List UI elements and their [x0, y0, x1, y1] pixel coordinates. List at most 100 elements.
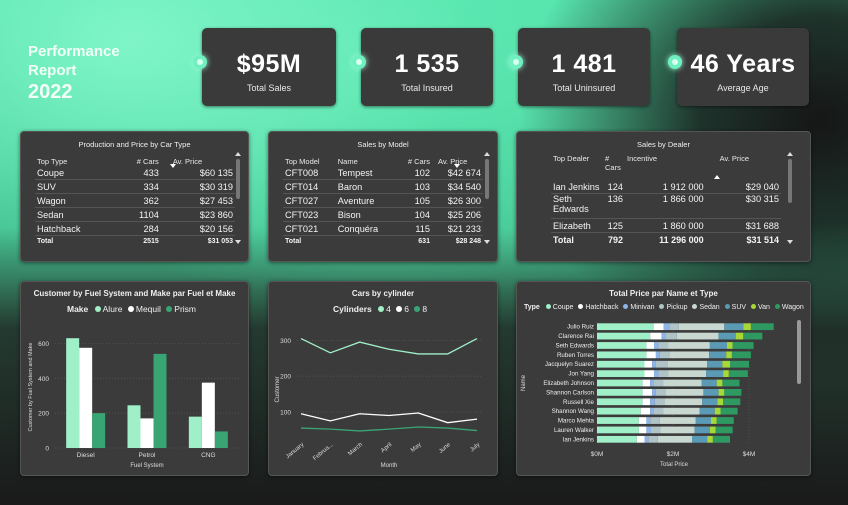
bar-segment-sedan — [668, 342, 710, 349]
sort-asc-icon[interactable] — [714, 175, 720, 179]
bar-segment-hatchback — [638, 426, 647, 434]
cell: 2515 — [116, 235, 161, 247]
col-header[interactable]: Name — [336, 152, 397, 166]
kpi-label: Average Age — [717, 83, 769, 93]
bar-segment-van — [707, 435, 713, 443]
bar-prism-diesel — [92, 413, 106, 448]
bar-segment-coupe — [597, 370, 645, 377]
cell: Conquéra — [335, 221, 397, 236]
scrollbar-thumb[interactable] — [485, 159, 489, 199]
bar-segment-sedan — [660, 426, 695, 434]
table-row[interactable]: CFT014 Baron 103 $34 540 — [283, 179, 483, 194]
table-row[interactable]: Coupe 433 $60 135 — [35, 166, 235, 180]
table-row[interactable]: CFT021 Conquéra 115 $21 233 — [283, 221, 483, 236]
col-header[interactable]: Top Dealer — [551, 152, 603, 180]
col-header[interactable]: Incentive — [625, 152, 706, 180]
bar-segment-van — [711, 417, 717, 424]
bar-mequil-cng — [201, 382, 215, 448]
y-tick-label: Julio Ruiz — [567, 324, 594, 331]
cell: Ian Jenkins — [551, 180, 603, 194]
bar-segment-van — [726, 351, 732, 359]
table-row[interactable]: Elizabeth 125 1 860 000 $31 688 — [551, 218, 781, 233]
line-cylinders-6 — [300, 412, 478, 424]
bar-segment-coupe — [597, 351, 647, 359]
cell: CFT014 — [283, 179, 336, 194]
bar-segment-van — [735, 332, 744, 340]
cell: $60 135 — [160, 166, 235, 180]
table-row[interactable]: Wagon 362 $27 453 — [35, 193, 235, 208]
col-header[interactable]: Top Type — [35, 152, 116, 166]
bar-segment-wagon — [716, 417, 734, 424]
bar-mequil-petrol — [140, 418, 154, 448]
x-tick-label: CNG — [201, 452, 215, 459]
table-row[interactable]: Sedan 1104 $23 860 — [35, 207, 235, 222]
kpi-average-age[interactable]: 46 Years Average Age — [668, 28, 809, 106]
cylinder-line-chart: 100 200 300 January Februa... March April May Ju… — [275, 337, 481, 469]
kpi-total-insured[interactable]: 1 535 Total Insured — [352, 28, 493, 106]
table-row[interactable]: SUV 334 $30 319 — [35, 179, 235, 194]
cell: $20 156 — [160, 221, 235, 236]
cell: $31 688 — [705, 218, 781, 233]
x-tick-label: $0M — [591, 451, 604, 458]
scroll-up-icon[interactable] — [235, 152, 241, 156]
sort-desc-icon[interactable] — [170, 164, 176, 168]
scroll-down-icon[interactable] — [235, 240, 241, 244]
total-price-stacked-bar-chart: Julio Ruiz Clarence Rai Seth Edwards Ruben … — [521, 322, 774, 468]
scrollbar-thumb[interactable] — [788, 159, 792, 203]
scrollbar-thumb[interactable] — [797, 320, 801, 384]
sort-desc-icon[interactable] — [454, 164, 460, 168]
y-tick-label: Jacquelyn Suarez — [545, 361, 594, 368]
bar-segment-wagon — [732, 342, 754, 349]
table-row[interactable]: CFT027 Aventure 105 $26 300 — [283, 193, 483, 208]
table-row[interactable]: Hatchback 284 $20 156 — [35, 221, 235, 236]
cell: 1 866 000 — [625, 193, 706, 219]
table-row[interactable]: CFT023 Bison 104 $25 206 — [283, 207, 483, 222]
bar-segment-sedan — [657, 435, 692, 443]
col-header[interactable]: # Cars — [603, 152, 625, 180]
y-tick-label: 0 — [45, 446, 49, 453]
y-tick-label: Elizabeth Johnson — [543, 380, 594, 387]
bar-segment-minivan — [654, 342, 659, 349]
bar-segment-pickup — [669, 323, 679, 331]
col-header[interactable]: Top Model — [283, 152, 336, 166]
table-row[interactable]: Seth Edwards 136 1 866 000 $30 315 — [551, 193, 781, 219]
table-row[interactable]: Ian Jenkins 124 1 912 000 $29 040 — [551, 180, 781, 194]
kpi-total-uninsured[interactable]: 1 481 Total Uninsured — [509, 28, 650, 106]
cell: 105 — [396, 193, 432, 208]
panel-fuel-make-chart: Customer by Fuel System and Make par Fue… — [20, 281, 249, 476]
panel-sales-by-model: Sales by Model Top Model Name # Cars Av.… — [268, 131, 498, 262]
kpi-total-sales[interactable]: $95M Total Sales — [193, 28, 336, 106]
bar-segment-wagon — [720, 407, 738, 415]
bar-segment-minivan — [650, 379, 654, 387]
scroll-down-icon[interactable] — [484, 240, 490, 244]
cell: 792 — [603, 232, 625, 247]
model-table: Top Model Name # Cars Av. Price CFT008 Te… — [283, 152, 483, 247]
cell: $31 514 — [705, 232, 781, 247]
scroll-up-icon[interactable] — [484, 152, 490, 156]
col-header[interactable]: # Cars — [396, 152, 432, 166]
bar-segment-sedan — [664, 398, 703, 406]
cell: CFT027 — [283, 193, 336, 208]
line-cylinders-8 — [300, 426, 478, 432]
bar-segment-minivan — [663, 323, 670, 331]
bar-segment-hatchback — [650, 332, 662, 340]
y-tick-label: Ian Jenkins — [563, 436, 594, 443]
bar-segment-sedan — [665, 389, 704, 396]
cell: 104 — [396, 207, 432, 222]
total-row: Total 2515 $31 053 — [35, 235, 235, 247]
cell: 103 — [396, 179, 432, 194]
scroll-down-icon[interactable] — [787, 240, 793, 244]
scroll-up-icon[interactable] — [787, 152, 793, 156]
bar-segment-van — [718, 389, 725, 396]
bar-segment-suv — [706, 370, 724, 377]
scrollbar-thumb[interactable] — [236, 159, 240, 199]
table-row[interactable]: CFT008 Tempest 102 $42 674 — [283, 166, 483, 180]
line-cylinders-4 — [300, 337, 478, 355]
bar-segment-coupe — [597, 407, 641, 415]
cell: 125 — [603, 218, 625, 233]
bar-segment-van — [716, 379, 723, 387]
cell: Total — [35, 235, 117, 247]
bar-segment-hatchback — [642, 389, 653, 396]
report-title: Performance Report 2022 — [28, 42, 120, 104]
col-header[interactable]: # Cars — [116, 152, 161, 166]
